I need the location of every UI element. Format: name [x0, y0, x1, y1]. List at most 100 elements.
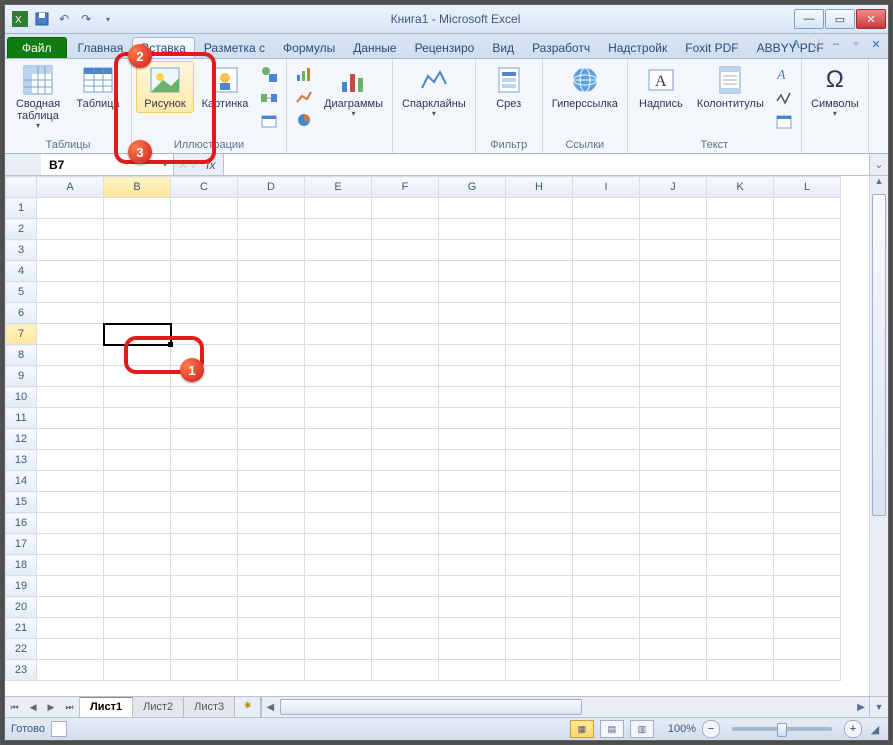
cell[interactable] — [439, 429, 506, 450]
cell[interactable] — [372, 198, 439, 219]
column-header[interactable]: G — [439, 177, 506, 198]
cell[interactable] — [774, 324, 841, 345]
cell[interactable] — [640, 576, 707, 597]
column-header[interactable]: K — [707, 177, 774, 198]
cell[interactable] — [506, 261, 573, 282]
cell[interactable] — [104, 618, 171, 639]
cell[interactable] — [372, 429, 439, 450]
cell[interactable] — [37, 618, 104, 639]
column-header[interactable]: A — [37, 177, 104, 198]
tab-data[interactable]: Данные — [344, 37, 405, 58]
cell[interactable] — [305, 261, 372, 282]
cell[interactable] — [372, 534, 439, 555]
cell[interactable] — [238, 492, 305, 513]
cell[interactable] — [104, 597, 171, 618]
cell[interactable] — [707, 240, 774, 261]
qat-undo-icon[interactable]: ↶ — [55, 10, 73, 28]
scroll-right-icon[interactable]: ▶ — [853, 702, 869, 713]
macro-record-icon[interactable] — [51, 721, 67, 737]
cell[interactable] — [37, 366, 104, 387]
tab-formulas[interactable]: Формулы — [274, 37, 344, 58]
cell[interactable] — [707, 597, 774, 618]
cell[interactable] — [171, 345, 238, 366]
cell[interactable] — [640, 408, 707, 429]
cell[interactable] — [372, 240, 439, 261]
cell[interactable] — [506, 471, 573, 492]
cell[interactable] — [506, 534, 573, 555]
cell[interactable] — [439, 240, 506, 261]
cell[interactable] — [238, 660, 305, 681]
column-header[interactable]: I — [573, 177, 640, 198]
cell[interactable] — [37, 597, 104, 618]
cell[interactable] — [439, 219, 506, 240]
row-header[interactable]: 4 — [6, 261, 37, 282]
resize-grip-icon[interactable]: ◢ — [868, 723, 882, 736]
cell[interactable] — [238, 555, 305, 576]
cell[interactable] — [640, 219, 707, 240]
cell[interactable] — [707, 555, 774, 576]
cell[interactable] — [104, 261, 171, 282]
cell[interactable] — [707, 303, 774, 324]
cell[interactable] — [238, 198, 305, 219]
cell[interactable] — [640, 387, 707, 408]
cell[interactable] — [171, 471, 238, 492]
sheet-tab-2[interactable]: Лист2 — [133, 697, 184, 717]
cell[interactable] — [305, 618, 372, 639]
page-break-view-button[interactable]: ▥ — [630, 720, 654, 738]
cell[interactable] — [707, 324, 774, 345]
row-header[interactable]: 22 — [6, 639, 37, 660]
cell[interactable] — [774, 660, 841, 681]
cell[interactable] — [640, 639, 707, 660]
cell[interactable] — [238, 618, 305, 639]
cell[interactable] — [104, 492, 171, 513]
cell[interactable] — [573, 660, 640, 681]
new-sheet-button[interactable]: ✷ — [235, 697, 261, 717]
cell[interactable] — [372, 219, 439, 240]
cell[interactable] — [506, 450, 573, 471]
cell[interactable] — [104, 429, 171, 450]
cell[interactable] — [640, 366, 707, 387]
cell[interactable] — [774, 303, 841, 324]
qat-customize-icon[interactable]: ▾ — [99, 10, 117, 28]
cell[interactable] — [305, 471, 372, 492]
cell[interactable] — [640, 618, 707, 639]
column-header[interactable]: B — [104, 177, 171, 198]
cell[interactable] — [238, 429, 305, 450]
cell[interactable] — [439, 492, 506, 513]
cell[interactable] — [104, 450, 171, 471]
object-button[interactable] — [773, 111, 795, 133]
sheet-tab-3[interactable]: Лист3 — [184, 697, 235, 717]
column-header[interactable]: L — [774, 177, 841, 198]
cell[interactable] — [37, 324, 104, 345]
row-header[interactable]: 14 — [6, 471, 37, 492]
cell[interactable] — [439, 282, 506, 303]
cell[interactable] — [439, 408, 506, 429]
cell[interactable] — [171, 303, 238, 324]
cell[interactable] — [640, 345, 707, 366]
cell[interactable] — [506, 219, 573, 240]
cell[interactable] — [774, 492, 841, 513]
row-header[interactable]: 8 — [6, 345, 37, 366]
cell[interactable] — [573, 450, 640, 471]
cell[interactable] — [707, 219, 774, 240]
cell[interactable] — [37, 492, 104, 513]
row-header[interactable]: 11 — [6, 408, 37, 429]
cell[interactable] — [707, 345, 774, 366]
cell[interactable] — [37, 219, 104, 240]
cell[interactable] — [439, 324, 506, 345]
cell[interactable] — [707, 576, 774, 597]
cell[interactable] — [707, 639, 774, 660]
cell[interactable] — [774, 597, 841, 618]
hyperlink-button[interactable]: Гиперссылка — [547, 61, 623, 113]
cell[interactable] — [707, 660, 774, 681]
cell[interactable] — [506, 576, 573, 597]
symbols-button[interactable]: Ω Символы ▾ — [806, 61, 864, 121]
cell[interactable] — [439, 576, 506, 597]
cell[interactable] — [573, 282, 640, 303]
cell[interactable] — [372, 303, 439, 324]
cell[interactable] — [573, 324, 640, 345]
cell[interactable] — [37, 303, 104, 324]
row-header[interactable]: 20 — [6, 597, 37, 618]
cell[interactable] — [305, 534, 372, 555]
cell[interactable] — [707, 198, 774, 219]
